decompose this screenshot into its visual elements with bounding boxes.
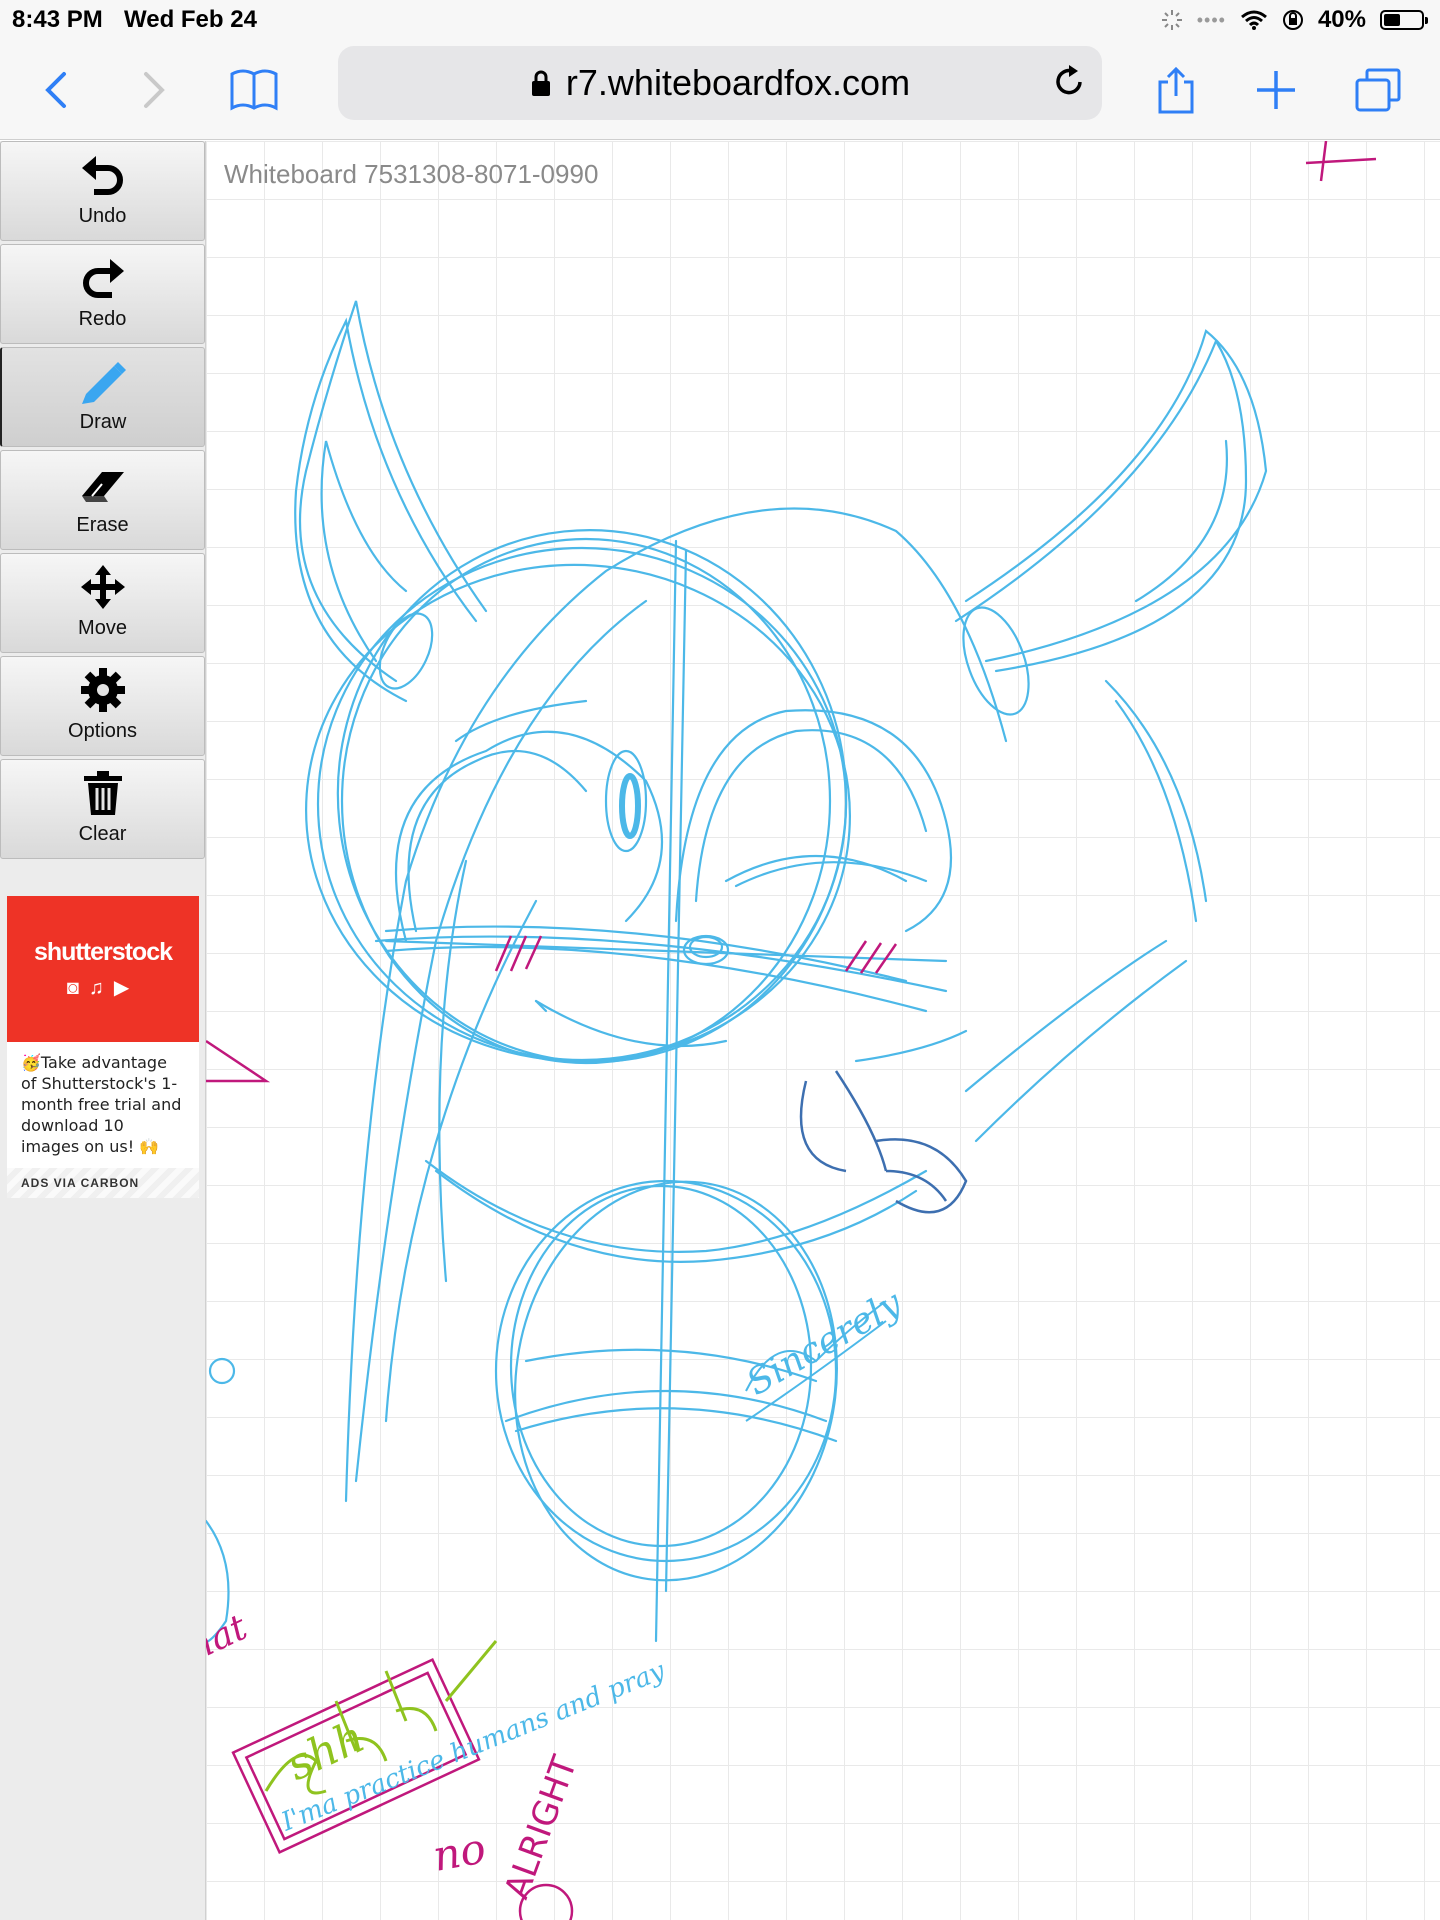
move-button[interactable]: Move (0, 553, 205, 653)
battery-percent: 40% (1317, 6, 1366, 33)
ad-footer[interactable]: ADS VIA CARBON (7, 1168, 199, 1198)
tabs-icon (1355, 68, 1401, 112)
devil-face-sketch (206, 300, 1268, 1644)
options-label: Options (68, 720, 137, 742)
magenta-marks (206, 141, 1377, 1854)
drawing-layer: Sincerely shh no hat I'ma practice human… (206, 141, 1377, 1920)
redo-icon (82, 259, 124, 298)
signal-dots-icon: •••• (1196, 9, 1226, 30)
loading-icon (1161, 10, 1182, 30)
pencil-icon (82, 362, 126, 404)
ad-brand-logo: shutterstock (33, 938, 173, 966)
tabs-button[interactable] (1350, 62, 1406, 118)
share-button[interactable] (1148, 62, 1204, 118)
move-icon (80, 565, 125, 609)
redo-button[interactable]: Redo (0, 244, 205, 344)
battery-icon (1380, 10, 1428, 30)
ad-message[interactable]: 🥳Take advantage of Shutterstock's 1-mont… (7, 1042, 199, 1163)
move-label: Move (78, 617, 127, 639)
share-icon (1158, 66, 1194, 114)
status-bar: 8:43 PM Wed Feb 24 •••• 40% (0, 0, 1440, 40)
redo-label: Redo (78, 308, 127, 330)
tail-tip-sketch (799, 1070, 968, 1214)
bookmarks-button[interactable] (226, 62, 282, 118)
draw-label: Draw (79, 411, 127, 433)
clear-button[interactable]: Clear (0, 759, 205, 859)
status-date: Wed Feb 24 (124, 6, 257, 33)
gear-icon (80, 668, 125, 712)
browser-toolbar: r7.whiteboardfox.com (0, 40, 1440, 140)
carbon-ad[interactable]: shutterstock ◙♫▶ 🥳Take advantage of Shut… (7, 896, 199, 1198)
undo-button[interactable]: Undo (0, 141, 205, 241)
address-bar[interactable]: r7.whiteboardfox.com (338, 46, 1102, 120)
lock-icon (531, 70, 550, 96)
status-indicators: •••• 40% (1161, 6, 1428, 34)
url-text: r7.whiteboardfox.com (565, 62, 911, 103)
status-time: 8:43 PM (12, 6, 103, 33)
erase-button[interactable]: Erase (0, 450, 205, 550)
whiteboard-canvas[interactable]: Whiteboard 7531308-8071-0990 Sincerely s… (206, 141, 1440, 1920)
undo-icon (81, 156, 123, 195)
hat-handwriting: hat (206, 1607, 254, 1669)
rotation-lock-icon (1282, 10, 1303, 30)
clear-label: Clear (78, 823, 127, 845)
media-icons: ◙♫▶ (66, 977, 140, 999)
alright-handwriting: ALRIGHT (497, 1751, 585, 1904)
trash-icon (83, 771, 122, 815)
undo-label: Undo (78, 205, 127, 227)
options-button[interactable]: Options (0, 656, 205, 756)
chevron-right-icon (144, 72, 165, 108)
back-button[interactable] (28, 62, 84, 118)
book-icon (230, 69, 278, 111)
new-tab-button[interactable] (1248, 62, 1304, 118)
forward-button[interactable] (126, 62, 182, 118)
ad-banner[interactable]: shutterstock ◙♫▶ (7, 896, 199, 1042)
wifi-icon (1240, 10, 1267, 30)
eraser-icon (81, 472, 124, 502)
reload-icon[interactable] (1052, 64, 1086, 100)
erase-label: Erase (76, 514, 129, 536)
draw-button[interactable]: Draw (0, 347, 205, 447)
no-handwriting: no (429, 1824, 489, 1881)
plus-icon (1257, 71, 1295, 109)
chevron-left-icon (45, 72, 66, 108)
